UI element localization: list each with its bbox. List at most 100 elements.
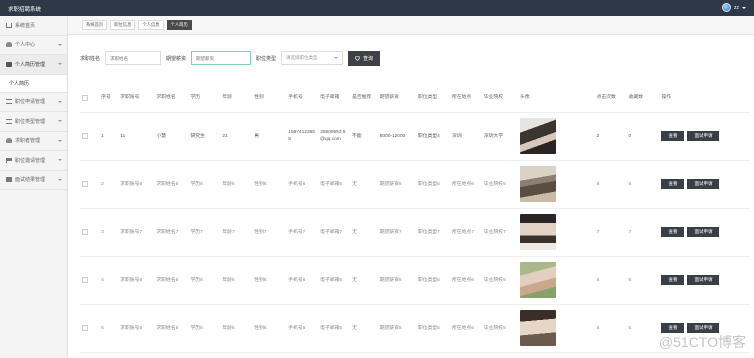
interview-request-button[interactable]: 面试申请 bbox=[687, 131, 720, 141]
sidebar-item-applications[interactable]: 职位申请管理 bbox=[0, 93, 67, 112]
cell-job-type: 职位类型7 bbox=[415, 208, 451, 257]
row-checkbox[interactable] bbox=[82, 133, 88, 139]
sidebar-item-label: 职位类型管理 bbox=[15, 118, 46, 125]
cell-gender: 男 bbox=[252, 112, 287, 161]
column-header[interactable]: 是否推荐 bbox=[350, 84, 378, 113]
column-header[interactable]: 期望薪资 bbox=[377, 84, 416, 113]
cell-phone: 手机号6 bbox=[286, 256, 319, 305]
cell-job-type: 职位类型5 bbox=[415, 304, 451, 353]
interview-request-button[interactable]: 面试申请 bbox=[687, 227, 720, 237]
cell-account: 求职账号5 bbox=[118, 304, 155, 353]
column-header[interactable]: 电子邮箱 bbox=[318, 84, 351, 113]
chevron-down-icon[interactable] bbox=[742, 6, 746, 9]
column-header[interactable]: 点击次数 bbox=[594, 84, 627, 113]
cell-age: 年龄6 bbox=[220, 160, 253, 209]
sidebar-item-home[interactable]: 系统首页 bbox=[0, 16, 67, 36]
cell-recommend: 无 bbox=[350, 160, 378, 209]
cell-account: 求职账号6 bbox=[118, 256, 155, 305]
cell-phone: 手机号6 bbox=[286, 160, 319, 209]
user-menu[interactable]: zz bbox=[722, 3, 746, 12]
cell-gender: 性别6 bbox=[252, 160, 287, 209]
search-button[interactable]: 查询 bbox=[348, 50, 381, 66]
name-input[interactable] bbox=[105, 51, 162, 65]
type-select[interactable]: 请选择职位类型 bbox=[281, 51, 344, 65]
tab-resume[interactable]: 个人简历 bbox=[166, 20, 192, 30]
tab-home[interactable]: 系统首页 bbox=[82, 20, 108, 30]
cell-phone: 15874123698 bbox=[286, 112, 319, 161]
main-content: 求职姓名 期望薪资 职位类型 请选择职位类型 查询 序号 求职账号 求职姓名 学… bbox=[68, 35, 754, 358]
salary-label: 期望薪资 bbox=[166, 55, 187, 62]
column-header[interactable]: 年龄 bbox=[220, 84, 253, 113]
row-checkbox[interactable] bbox=[82, 181, 88, 187]
column-header[interactable]: 求职账号 bbox=[118, 84, 155, 113]
cell-name: 求职姓名6 bbox=[154, 256, 189, 305]
cell-favorites: 6 bbox=[626, 256, 660, 305]
user-icon bbox=[6, 42, 12, 48]
sidebar-item-interview-results[interactable]: 面试结果管理 bbox=[0, 171, 67, 190]
column-header[interactable]: 性别 bbox=[252, 84, 287, 113]
row-checkbox[interactable] bbox=[82, 325, 88, 331]
avatar[interactable] bbox=[722, 3, 731, 12]
column-header[interactable]: 职位类型 bbox=[415, 84, 451, 113]
interview-request-button[interactable]: 面试申请 bbox=[687, 275, 720, 285]
sidebar-item-resume-mgmt[interactable]: 个人简历管理 bbox=[0, 55, 67, 75]
avatar-photo bbox=[520, 214, 557, 250]
select-all-checkbox[interactable] bbox=[82, 94, 88, 101]
cell-location: 深圳 bbox=[450, 112, 482, 161]
sidebar-item-job-types[interactable]: 职位类型管理 bbox=[0, 112, 67, 132]
cell-gender: 性别5 bbox=[252, 304, 287, 353]
tab-jobs[interactable]: 职位信息 bbox=[110, 20, 136, 30]
watermark: @51CTO博客 bbox=[658, 334, 746, 350]
resume-table: 序号 求职账号 求职姓名 学历 年龄 性别 手机号 电子邮箱 是否推荐 期望薪资… bbox=[80, 84, 750, 353]
sidebar-subitem-resume[interactable]: 个人简历 bbox=[0, 74, 67, 93]
cell-location: 所在地点6 bbox=[450, 160, 482, 209]
chevron-down-icon bbox=[58, 159, 62, 161]
tab-personal-info[interactable]: 个人信息 bbox=[138, 20, 164, 30]
column-header[interactable]: 头像 bbox=[518, 84, 595, 113]
column-header[interactable]: 序号 bbox=[99, 84, 119, 113]
column-header[interactable]: 收藏数 bbox=[626, 84, 660, 113]
cell-favorites: 8 bbox=[626, 160, 660, 209]
cell-index: 4 bbox=[99, 256, 119, 305]
search-bar: 求职姓名 期望薪资 职位类型 请选择职位类型 查询 bbox=[80, 50, 381, 66]
type-label: 职位类型 bbox=[256, 55, 277, 62]
view-button[interactable]: 查看 bbox=[661, 131, 685, 141]
column-header[interactable]: 毕业院校 bbox=[481, 84, 519, 113]
cell-location: 所在地点5 bbox=[450, 304, 482, 353]
column-header[interactable]: 学历 bbox=[188, 84, 221, 113]
salary-input[interactable] bbox=[191, 51, 252, 65]
column-header[interactable]: 求职姓名 bbox=[154, 84, 189, 113]
sidebar-item-invites[interactable]: 职位邀请管理 bbox=[0, 151, 67, 171]
chevron-down-icon bbox=[58, 139, 62, 142]
sidebar-item-label: 职位申请管理 bbox=[15, 99, 46, 106]
row-checkbox[interactable] bbox=[82, 229, 88, 235]
sidebar-item-profile[interactable]: 个人中心 bbox=[0, 36, 67, 55]
view-button[interactable]: 查看 bbox=[661, 227, 685, 237]
cell-gender: 性别6 bbox=[252, 256, 287, 305]
sidebar-item-seekers[interactable]: 求职者管理 bbox=[0, 132, 67, 151]
cell-salary: 期望薪资6 bbox=[377, 256, 416, 305]
cell-email: 电子邮箱6 bbox=[318, 160, 351, 209]
column-header[interactable]: 手机号 bbox=[286, 84, 319, 113]
row-checkbox[interactable] bbox=[82, 277, 88, 283]
cell-email: 35609553 6@qq.com bbox=[318, 112, 351, 161]
table-row: 1 11 小慧 研究生 21 男 15874123698 35609553 6@… bbox=[80, 112, 750, 161]
heart-icon bbox=[355, 55, 361, 61]
sidebar-item-label: 系统首页 bbox=[15, 22, 36, 29]
username[interactable]: zz bbox=[734, 5, 739, 11]
column-header[interactable]: 所在地点 bbox=[450, 84, 482, 113]
interview-request-button[interactable]: 面试申请 bbox=[687, 179, 720, 189]
cell-education: 学历7 bbox=[188, 208, 221, 257]
sidebar-item-label: 个人中心 bbox=[15, 42, 36, 49]
cell-account: 11 bbox=[118, 112, 155, 161]
cell-age: 年龄7 bbox=[220, 208, 253, 257]
view-button[interactable]: 查看 bbox=[661, 179, 685, 189]
chevron-down-icon bbox=[334, 57, 339, 59]
cell-school: 深圳大学 bbox=[481, 112, 519, 161]
view-button[interactable]: 查看 bbox=[661, 275, 685, 285]
name-label: 求职姓名 bbox=[80, 55, 101, 62]
cell-location: 所在地点7 bbox=[450, 208, 482, 257]
cell-school: 毕业院校6 bbox=[481, 256, 519, 305]
cell-school: 毕业院校7 bbox=[481, 208, 519, 257]
sidebar-item-label: 职位邀请管理 bbox=[15, 157, 46, 164]
